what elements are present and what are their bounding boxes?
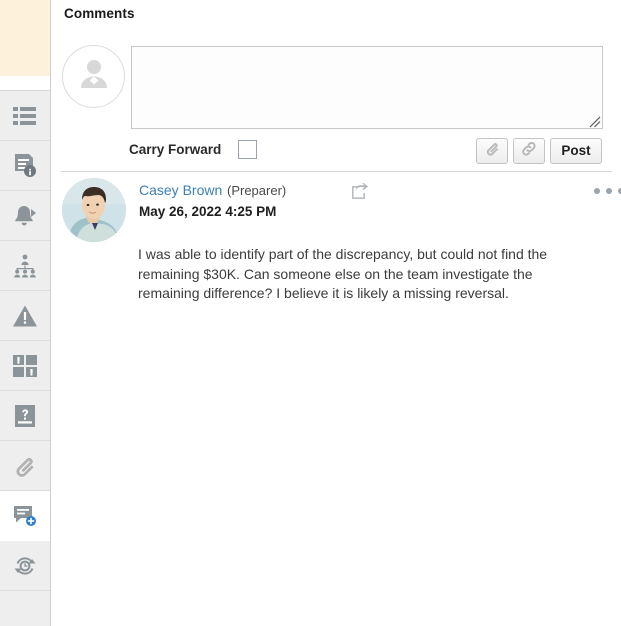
sidebar-item-list bbox=[0, 91, 50, 591]
default-user-avatar-icon bbox=[74, 54, 114, 99]
history-refresh-icon bbox=[12, 554, 38, 578]
comment-add-icon bbox=[12, 504, 38, 528]
sidebar-spacer bbox=[0, 76, 50, 91]
insert-link-button[interactable] bbox=[513, 138, 545, 164]
sidebar-item-comments[interactable] bbox=[0, 491, 50, 541]
left-icon-sidebar bbox=[0, 0, 51, 626]
page-title: Comments bbox=[64, 6, 135, 21]
comments-panel: Comments Carry Forward Post Casey Brown … bbox=[0, 0, 621, 626]
post-button[interactable]: Post bbox=[550, 138, 602, 164]
comments-content: Comments Carry Forward Post Casey Brown … bbox=[51, 0, 621, 626]
sidebar-item-alerts[interactable] bbox=[0, 191, 50, 241]
comment-author-avatar bbox=[62, 178, 126, 242]
sidebar-item-attachments[interactable] bbox=[0, 441, 50, 491]
comment-input[interactable] bbox=[131, 46, 603, 129]
paperclip-icon bbox=[12, 453, 38, 479]
attach-file-button[interactable] bbox=[476, 138, 508, 164]
paperclip-icon bbox=[484, 140, 501, 162]
carry-forward-label: Carry Forward bbox=[129, 142, 222, 157]
sidebar-item-dashboard[interactable] bbox=[0, 341, 50, 391]
list-view-icon bbox=[12, 105, 38, 127]
comment-author-name[interactable]: Casey Brown bbox=[139, 182, 222, 198]
sidebar-item-team[interactable] bbox=[0, 241, 50, 291]
sidebar-highlight-block bbox=[0, 0, 50, 76]
comment-timestamp: May 26, 2022 4:25 PM bbox=[139, 204, 277, 219]
warning-icon bbox=[12, 304, 38, 328]
bell-icon bbox=[12, 203, 38, 229]
question-box-icon bbox=[13, 404, 37, 428]
sidebar-item-list-view[interactable] bbox=[0, 91, 50, 141]
carry-forward-checkbox[interactable] bbox=[238, 140, 257, 159]
sidebar-item-questions[interactable] bbox=[0, 391, 50, 441]
share-icon[interactable] bbox=[351, 183, 369, 199]
link-icon bbox=[520, 140, 538, 163]
document-info-icon bbox=[13, 153, 37, 179]
section-divider bbox=[61, 171, 612, 172]
sidebar-item-document-info[interactable] bbox=[0, 141, 50, 191]
more-options-icon[interactable] bbox=[594, 184, 621, 198]
sidebar-item-history[interactable] bbox=[0, 541, 50, 591]
sidebar-item-warnings[interactable] bbox=[0, 291, 50, 341]
org-chart-icon bbox=[12, 254, 38, 278]
composer-avatar bbox=[62, 45, 125, 108]
comment-body-text: I was able to identify part of the discr… bbox=[138, 246, 548, 301]
comment-author-role: (Preparer) bbox=[227, 183, 287, 198]
dashboard-tiles-icon bbox=[12, 354, 38, 378]
